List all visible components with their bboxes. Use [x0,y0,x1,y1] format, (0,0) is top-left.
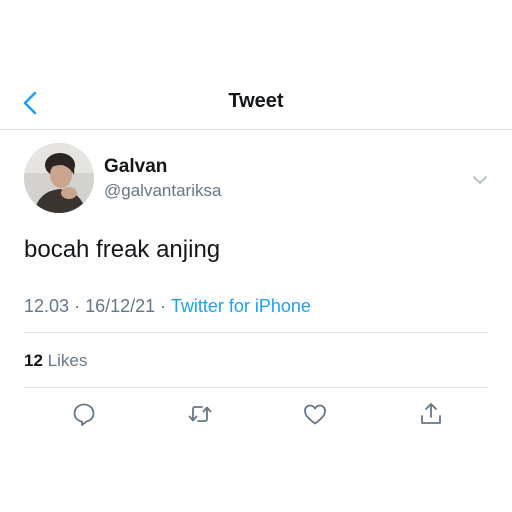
tweet-header: Tweet [0,78,512,130]
tweet-metadata: 12.03 · 16/12/21 · Twitter for iPhone [24,296,311,317]
likes-count: 12 [24,351,43,370]
avatar[interactable] [24,143,94,213]
tweet-date: 16/12/21 [85,296,156,316]
like-button[interactable] [302,401,328,427]
likes-stat[interactable]: 12 Likes [24,351,87,371]
separator: · [74,296,81,316]
chevron-down-icon [473,176,487,184]
tweet-source-link[interactable]: Twitter for iPhone [171,296,311,316]
tweet-time: 12.03 [24,296,70,316]
tweet-text: bocah freak anjing [24,236,221,263]
page-title: Tweet [228,90,284,112]
likes-label: Likes [47,351,88,370]
like-icon [304,404,326,425]
divider [24,387,488,388]
more-options-button[interactable] [469,169,491,191]
retweet-icon [188,406,212,422]
share-icon [421,403,441,424]
separator: · [160,296,167,316]
reply-icon [73,403,95,426]
divider [24,332,488,333]
retweet-button[interactable] [187,401,213,427]
profile-photo [24,143,94,213]
author-handle: @galvantariksa [104,181,222,200]
author-name[interactable]: Galvan [104,156,167,178]
reply-button[interactable] [71,401,97,427]
share-button[interactable] [418,401,444,427]
